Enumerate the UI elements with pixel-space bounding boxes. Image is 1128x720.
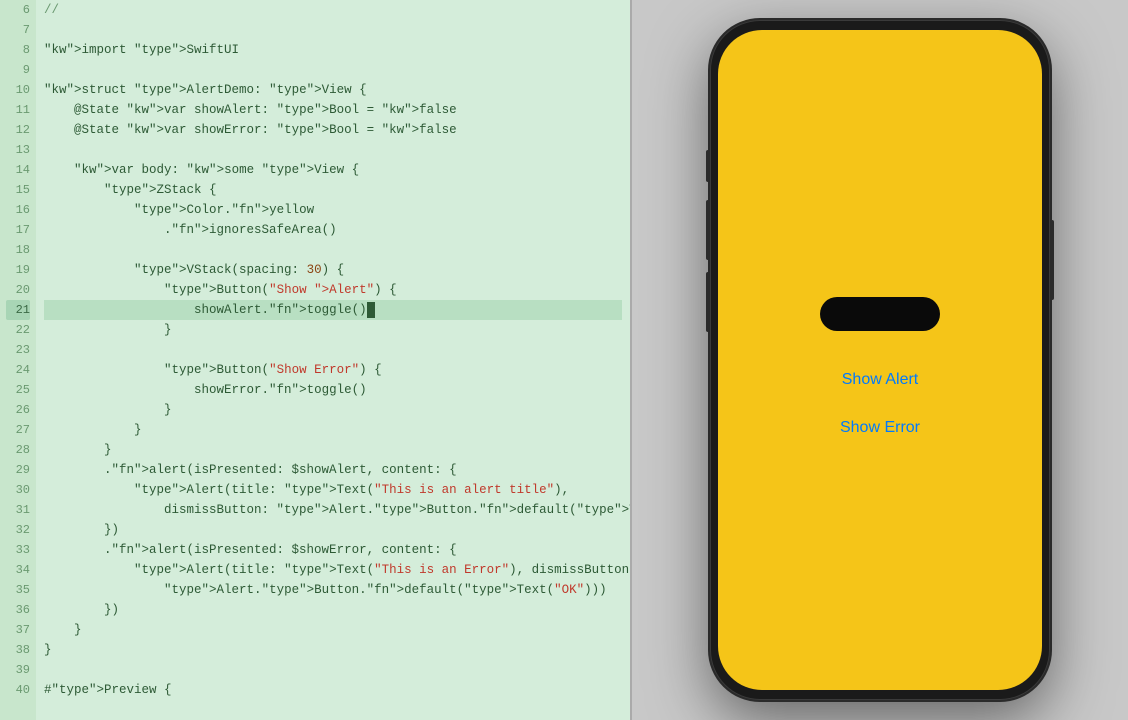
line-number: 34 (16, 560, 30, 580)
line-number: 20 (16, 280, 30, 300)
code-line: "type">Button("Show ">Alert") { (44, 280, 622, 300)
code-line: "type">Alert(title: "type">Text("This is… (44, 560, 622, 580)
code-line: }) (44, 520, 622, 540)
line-number: 18 (16, 240, 30, 260)
line-number: 29 (16, 460, 30, 480)
volume-up-button (706, 200, 710, 260)
code-line: "kw">struct "type">AlertDemo: "type">Vie… (44, 80, 622, 100)
line-number: 38 (16, 640, 30, 660)
code-line: @State "kw">var showError: "type">Bool =… (44, 120, 622, 140)
code-line (44, 60, 622, 80)
line-number: 30 (16, 480, 30, 500)
show-alert-button[interactable]: Show Alert (842, 371, 918, 389)
line-number: 14 (16, 160, 30, 180)
line-number: 21 (6, 300, 30, 320)
line-number: 11 (16, 100, 30, 120)
code-line: "type">Alert."type">Button."fn">default(… (44, 580, 622, 600)
line-number: 31 (16, 500, 30, 520)
code-line: #"type">Preview { (44, 680, 622, 700)
code-line (44, 660, 622, 680)
code-line: } (44, 620, 622, 640)
line-number: 19 (16, 260, 30, 280)
screen-content: Show Alert Show Error (840, 371, 920, 437)
line-number: 35 (16, 580, 30, 600)
code-line (44, 140, 622, 160)
show-error-button[interactable]: Show Error (840, 419, 920, 437)
line-number: 6 (23, 0, 30, 20)
line-number: 22 (16, 320, 30, 340)
code-lines: // "kw">import "type">SwiftUI "kw">struc… (36, 0, 630, 720)
code-line: "type">Color."fn">yellow (44, 200, 622, 220)
line-number: 28 (16, 440, 30, 460)
code-line: "kw">var body: "kw">some "type">View { (44, 160, 622, 180)
line-number: 10 (16, 80, 30, 100)
code-line: // (44, 0, 622, 20)
line-number: 33 (16, 540, 30, 560)
mute-button (706, 150, 710, 182)
dynamic-island (820, 297, 940, 331)
code-line: "kw">import "type">SwiftUI (44, 40, 622, 60)
line-number: 23 (16, 340, 30, 360)
code-line: @State "kw">var showAlert: "type">Bool =… (44, 100, 622, 120)
volume-down-button (706, 272, 710, 332)
line-number: 32 (16, 520, 30, 540)
power-button (1050, 220, 1054, 300)
code-line: "type">ZStack { (44, 180, 622, 200)
code-line: "type">Button("Show Error") { (44, 360, 622, 380)
code-line: } (44, 420, 622, 440)
code-line (44, 340, 622, 360)
code-line: showAlert."fn">toggle() (44, 300, 622, 320)
line-number: 12 (16, 120, 30, 140)
iphone-screen: Show Alert Show Error (718, 30, 1042, 690)
line-numbers: 6789101112131415161718192021222324252627… (0, 0, 36, 720)
line-number: 27 (16, 420, 30, 440)
line-number: 7 (23, 20, 30, 40)
line-number: 39 (16, 660, 30, 680)
line-number: 37 (16, 620, 30, 640)
line-number: 8 (23, 40, 30, 60)
line-number: 25 (16, 380, 30, 400)
preview-panel: Show Alert Show Error (632, 0, 1128, 720)
code-line: } (44, 400, 622, 420)
line-number: 17 (16, 220, 30, 240)
code-editor: 6789101112131415161718192021222324252627… (0, 0, 630, 720)
line-number: 13 (16, 140, 30, 160)
line-number: 26 (16, 400, 30, 420)
iphone-device: Show Alert Show Error (710, 20, 1050, 700)
code-line: showError."fn">toggle() (44, 380, 622, 400)
code-line (44, 240, 622, 260)
code-line: } (44, 320, 622, 340)
code-line (44, 20, 622, 40)
line-number: 16 (16, 200, 30, 220)
code-line: ."fn">ignoresSafeArea() (44, 220, 622, 240)
code-line: } (44, 640, 622, 660)
line-number: 36 (16, 600, 30, 620)
code-line: ."fn">alert(isPresented: $showAlert, con… (44, 460, 622, 480)
line-number: 24 (16, 360, 30, 380)
code-line: "type">VStack(spacing: 30) { (44, 260, 622, 280)
line-number: 15 (16, 180, 30, 200)
code-line: ."fn">alert(isPresented: $showError, con… (44, 540, 622, 560)
line-number: 40 (16, 680, 30, 700)
line-number: 9 (23, 60, 30, 80)
code-line: } (44, 440, 622, 460)
code-line: }) (44, 600, 622, 620)
code-line: dismissButton: "type">Alert."type">Butto… (44, 500, 622, 520)
code-line: "type">Alert(title: "type">Text("This is… (44, 480, 622, 500)
